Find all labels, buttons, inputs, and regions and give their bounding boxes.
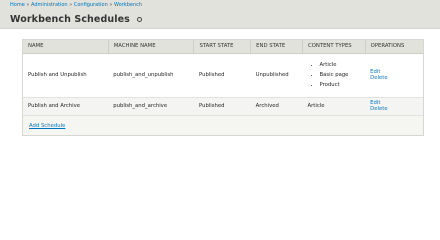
title-row: Workbench Schedules <box>10 12 142 26</box>
delete-link[interactable]: Delete <box>370 75 387 81</box>
content-type-item: Basic page <box>320 70 361 80</box>
schedules-table: NAME MACHINE NAME START STATE END STATE … <box>23 40 423 116</box>
cell-name: Publish and Archive <box>23 97 109 116</box>
breadcrumb-separator: » <box>69 2 73 8</box>
content-type-item: Product <box>320 80 361 90</box>
cell-operations: Edit Delete <box>365 97 423 116</box>
add-schedule-link[interactable]: Add Schedule <box>29 123 65 129</box>
cell-machine-name: publish_and_unpublish <box>108 53 194 98</box>
column-header-machine-name: MACHINE NAME <box>108 40 195 54</box>
gear-icon[interactable] <box>136 17 142 22</box>
cell-content-types: Article <box>302 97 366 116</box>
cell-content-types: Article Basic page Product <box>302 53 366 98</box>
cell-start-state: Published <box>193 53 251 98</box>
page-header: Home » Administration » Configuration » … <box>0 0 440 29</box>
page-title: Workbench Schedules <box>10 13 130 25</box>
breadcrumb-configuration[interactable]: Configuration <box>74 2 108 8</box>
breadcrumb-separator: » <box>109 2 113 8</box>
breadcrumb-separator: » <box>26 2 30 8</box>
column-header-name: NAME <box>23 40 109 54</box>
breadcrumb-administration[interactable]: Administration <box>31 2 68 8</box>
cell-end-state: Unpublished <box>250 53 303 98</box>
breadcrumb-workbench[interactable]: Workbench <box>114 2 142 8</box>
table-row: Publish and Unpublish publish_and_unpubl… <box>23 53 423 98</box>
column-header-operations: OPERATIONS <box>365 40 423 54</box>
table-header-row: NAME MACHINE NAME START STATE END STATE … <box>23 40 423 54</box>
content-types-list: Article Basic page Product <box>308 60 361 90</box>
delete-link[interactable]: Delete <box>370 106 387 112</box>
breadcrumb-home[interactable]: Home <box>10 2 25 8</box>
breadcrumb: Home » Administration » Configuration » … <box>10 2 142 8</box>
schedules-panel: NAME MACHINE NAME START STATE END STATE … <box>22 39 424 136</box>
cell-end-state: Archived <box>250 97 303 116</box>
cell-operations: Edit Delete <box>365 53 423 98</box>
column-header-content-types: CONTENT TYPES <box>302 40 366 54</box>
content-type-item: Article <box>320 60 361 70</box>
cell-machine-name: publish_and_archive <box>108 97 194 116</box>
table-row: Publish and Archive publish_and_archive … <box>23 97 423 116</box>
column-header-start-state: START STATE <box>193 40 252 54</box>
column-header-end-state: END STATE <box>250 40 303 54</box>
cell-name: Publish and Unpublish <box>23 53 109 98</box>
cell-start-state: Published <box>193 97 251 116</box>
